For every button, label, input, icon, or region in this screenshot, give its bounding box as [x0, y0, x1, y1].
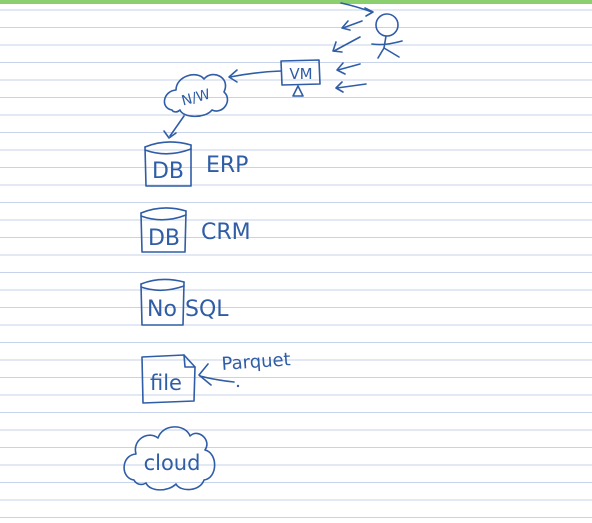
request-arrow	[341, 20, 363, 31]
db-crm-label: DB	[148, 226, 180, 251]
crm-label: CRM	[201, 220, 251, 245]
request-arrow	[336, 62, 361, 75]
request-arrows	[332, 2, 374, 93]
parquet-label: Parquet	[221, 349, 291, 375]
request-arrow	[340, 2, 374, 17]
network-label: N/W	[180, 86, 212, 109]
db-erp-label: DB	[152, 159, 184, 184]
nosql-no-label: No	[147, 297, 177, 322]
file-label: file	[150, 371, 182, 395]
network-cloud-icon: N/W	[163, 73, 229, 118]
cloud-label: cloud	[144, 451, 201, 475]
vm-to-network-arrow	[228, 69, 282, 83]
architecture-sketch: VM N/W DB ERP DB CRM No SQL file Parquet…	[123, 2, 403, 491]
request-arrow	[335, 81, 367, 93]
db-crm-icon: DB	[140, 207, 187, 253]
nosql-db-icon: No	[140, 278, 185, 326]
erp-label: ERP	[206, 153, 248, 178]
vm-label: VM	[289, 65, 312, 83]
ink-dot	[236, 384, 240, 388]
notebook-page: VM N/W DB ERP DB CRM No SQL file Parquet…	[0, 0, 592, 523]
nosql-sql-label: SQL	[185, 297, 229, 322]
file-icon: file	[141, 354, 196, 404]
user-stick-figure-icon	[371, 13, 403, 59]
network-to-db-arrow	[163, 115, 185, 139]
request-arrow	[332, 36, 361, 53]
db-erp-icon: DB	[144, 141, 192, 187]
vm-box: VM	[280, 59, 321, 97]
cloud-icon: cloud	[123, 426, 216, 491]
